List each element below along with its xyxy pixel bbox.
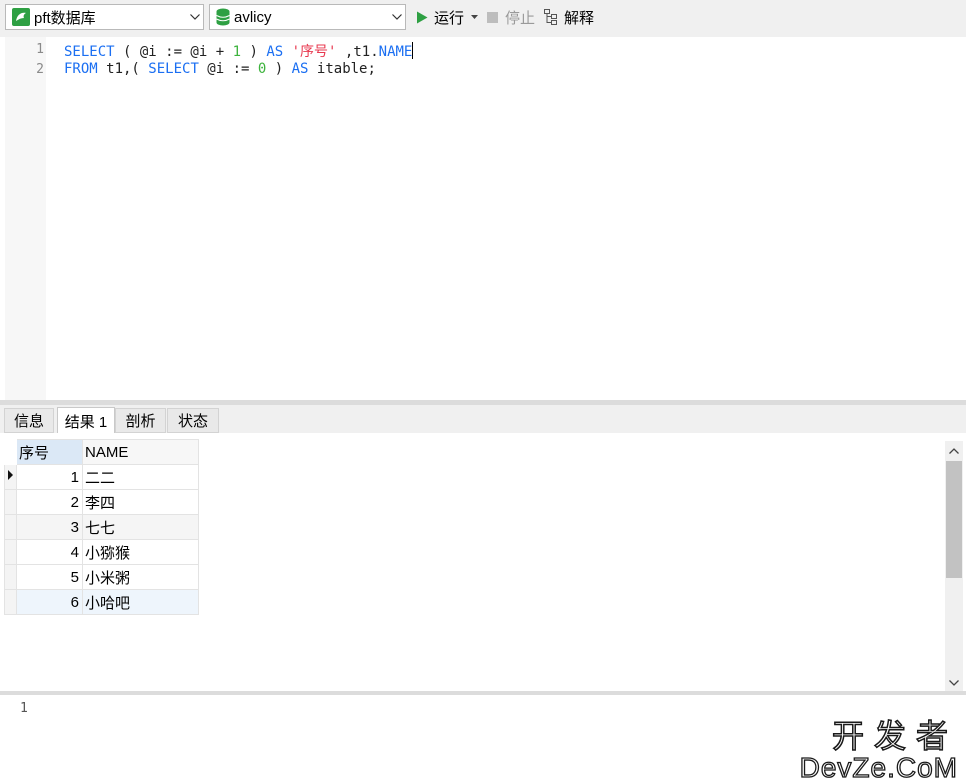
- sql-keyword: AS: [291, 61, 309, 77]
- chevron-down-icon: [389, 5, 405, 29]
- column-header-seq[interactable]: 序号: [16, 439, 83, 465]
- vertical-scrollbar[interactable]: [945, 441, 963, 691]
- current-row-indicator: [4, 464, 17, 490]
- cell-seq[interactable]: 3: [16, 514, 83, 540]
- table-row[interactable]: 4 小猕猴: [4, 539, 199, 565]
- watermark-logo: 开发者 DevZe.CoM: [799, 717, 958, 783]
- cell-seq[interactable]: 1: [16, 464, 83, 490]
- code-line-1[interactable]: SELECT ( @i := @i + 1 ) AS '序号' ,t1.NAME: [64, 41, 414, 61]
- explain-icon: [544, 9, 557, 25]
- cell-name[interactable]: 小猕猴: [82, 539, 199, 565]
- line-number-gutter: 1 2: [5, 37, 46, 400]
- database-select[interactable]: avlicy: [209, 4, 406, 30]
- stop-label: 停止: [505, 9, 536, 27]
- stop-button[interactable]: 停止: [487, 6, 535, 28]
- table-row[interactable]: 5 小米粥: [4, 564, 199, 590]
- sql-identifier: NAME: [378, 44, 413, 60]
- chevron-down-icon: [187, 5, 203, 29]
- tab-profile[interactable]: 剖析: [115, 408, 166, 433]
- stop-icon: [487, 11, 498, 23]
- text-cursor: [412, 42, 414, 59]
- row-indicator: [4, 539, 17, 565]
- connection-label: pft数据库: [34, 9, 96, 27]
- sql-text: t1,(: [97, 61, 149, 77]
- code-line-2[interactable]: FROM t1,( SELECT @i := 0 ) AS itable;: [64, 61, 376, 77]
- line-number: 1: [36, 42, 44, 57]
- sql-keyword: SELECT: [64, 44, 115, 60]
- tab-result-1[interactable]: 结果 1: [57, 407, 115, 434]
- row-indicator: [4, 489, 17, 515]
- cell-seq[interactable]: 5: [16, 564, 83, 590]
- run-button[interactable]: 运行: [416, 6, 479, 28]
- sql-text: ( @i := @i +: [114, 44, 233, 60]
- watermark-text-en: DevZe.CoM: [799, 752, 958, 783]
- database-icon: [216, 8, 230, 26]
- cell-seq[interactable]: 4: [16, 539, 83, 565]
- connection-select[interactable]: pft数据库: [5, 4, 204, 30]
- row-indicator: [4, 514, 17, 540]
- cell-name[interactable]: 二二: [82, 464, 199, 490]
- sql-keyword: SELECT: [148, 61, 199, 77]
- line-number: 2: [36, 62, 44, 77]
- sql-text: itable;: [308, 61, 376, 77]
- tab-status[interactable]: 状态: [167, 408, 219, 433]
- cell-name[interactable]: 小哈吧: [82, 589, 199, 615]
- cell-seq[interactable]: 2: [16, 489, 83, 515]
- results-panel: 序号 NAME 1 二二 2 李四 3 七七 4 小猕猴 5 小米粥 6 小哈吧: [0, 433, 966, 691]
- scroll-up-icon[interactable]: [945, 443, 963, 459]
- caret-down-icon[interactable]: [471, 15, 479, 19]
- sql-text: ): [266, 61, 292, 77]
- explain-label: 解释: [564, 9, 595, 27]
- sql-string: '序号': [291, 44, 337, 60]
- column-header-name[interactable]: NAME: [82, 439, 199, 465]
- sql-text: ,t1.: [336, 44, 379, 60]
- cell-name[interactable]: 七七: [82, 514, 199, 540]
- play-icon: [417, 11, 428, 23]
- table-row[interactable]: 2 李四: [4, 489, 199, 515]
- tab-info[interactable]: 信息: [4, 408, 54, 433]
- run-label: 运行: [434, 9, 465, 27]
- row-indicator: [4, 589, 17, 615]
- row-pointer-icon: [8, 470, 13, 480]
- cell-name[interactable]: 李四: [82, 489, 199, 515]
- sql-number: 1: [232, 44, 242, 60]
- result-grid[interactable]: 序号 NAME 1 二二 2 李四 3 七七 4 小猕猴 5 小米粥 6 小哈吧: [4, 439, 199, 615]
- result-tabs: 信息 结果 1 剖析 状态: [0, 405, 966, 434]
- mysql-connection-icon: [12, 8, 30, 26]
- watermark-text-cn: 开发者: [831, 717, 958, 755]
- table-row[interactable]: 1 二二: [4, 464, 199, 490]
- scrollbar-thumb[interactable]: [946, 461, 962, 578]
- sql-editor[interactable]: 1 2 SELECT ( @i := @i + 1 ) AS '序号' ,t1.…: [0, 37, 966, 400]
- row-indicator: [4, 564, 17, 590]
- sql-text: ): [241, 44, 267, 60]
- sql-keyword: AS: [266, 44, 284, 60]
- sql-keyword: FROM: [64, 61, 98, 77]
- table-row[interactable]: 6 小哈吧: [4, 589, 199, 615]
- explain-button[interactable]: 解释: [544, 6, 594, 28]
- toolbar: pft数据库 avlicy 运行 停止 解释: [0, 0, 966, 37]
- message-line-number: 1: [20, 701, 28, 716]
- cell-name[interactable]: 小米粥: [82, 564, 199, 590]
- scroll-down-icon[interactable]: [945, 675, 963, 691]
- cell-seq[interactable]: 6: [16, 589, 83, 615]
- database-label: avlicy: [234, 8, 272, 26]
- table-row[interactable]: 3 七七: [4, 514, 199, 540]
- row-indicator-header: [4, 439, 17, 465]
- header-row: 序号 NAME: [4, 439, 199, 465]
- sql-text: @i :=: [198, 61, 258, 77]
